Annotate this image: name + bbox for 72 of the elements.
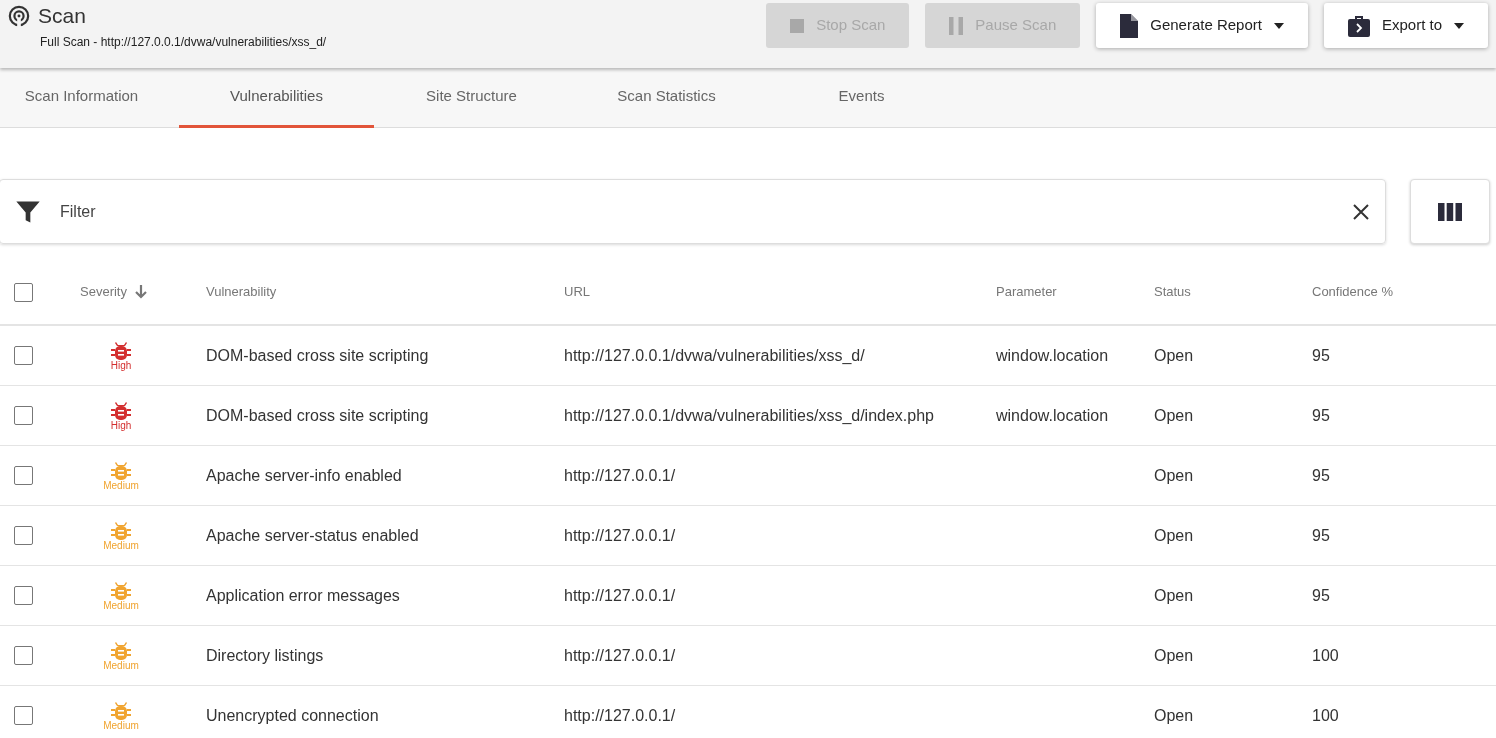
document-icon [1120, 13, 1139, 38]
caret-icon [1454, 22, 1464, 29]
url-cell: http://127.0.0.1/ [564, 466, 676, 484]
severity-label: Medium [103, 600, 139, 611]
column-header[interactable]: Severity [80, 282, 127, 302]
column-header[interactable]: Confidence % [1312, 284, 1393, 300]
status-cell: Open [1154, 646, 1194, 664]
status-cell: Open [1154, 706, 1194, 724]
checkbox[interactable] [14, 466, 33, 485]
tab[interactable]: Scan Statistics [569, 68, 764, 128]
filter-bar[interactable]: Filter [0, 179, 1386, 244]
tab[interactable]: Vulnerabilities [179, 68, 374, 128]
vulnerability-name: Application error messages [206, 586, 400, 604]
square-icon [790, 18, 805, 33]
severity-label: Medium [103, 660, 139, 671]
url-cell: http://127.0.0.1/ [564, 646, 676, 664]
scan-subtitle: Full Scan - http://127.0.0.1/dvwa/vulnerabilities/xss_d/ [40, 34, 327, 52]
status-cell: Open [1154, 586, 1194, 604]
severity-label: High [110, 420, 132, 431]
tab[interactable]: Site Structure [374, 68, 569, 128]
column-header[interactable]: Vulnerability [206, 284, 277, 300]
checkbox[interactable] [14, 526, 33, 545]
page-title: Scan [38, 4, 86, 28]
close-icon[interactable] [1351, 201, 1371, 222]
action-button[interactable]: Generate Report [1096, 3, 1308, 48]
confidence-cell: 95 [1312, 586, 1330, 604]
checkbox[interactable] [14, 282, 33, 302]
confidence-cell: 95 [1312, 406, 1330, 424]
vulnerability-name: Directory listings [206, 646, 324, 664]
column-header[interactable]: URL [564, 284, 590, 300]
confidence-cell: 95 [1312, 526, 1330, 544]
url-cell: http://127.0.0.1/dvwa/vulnerabilities/xss_d/ [564, 346, 865, 364]
pause-icon [949, 16, 964, 35]
url-cell: http://127.0.0.1/dvwa/vulnerabilities/xss_d/index.php [564, 406, 934, 424]
parameter-cell: window.location [996, 406, 1109, 424]
vulnerability-name: DOM-based cross site scripting [206, 406, 429, 424]
checkbox[interactable] [14, 346, 33, 365]
radar-icon [8, 4, 30, 27]
parameter-cell: window.location [996, 346, 1109, 364]
vulnerability-name: Apache server-status enabled [206, 526, 419, 544]
caret-icon [1273, 22, 1284, 29]
confidence-cell: 95 [1312, 346, 1330, 364]
status-cell: Open [1154, 406, 1194, 424]
vulnerability-name: Apache server-info enabled [206, 466, 402, 484]
checkbox[interactable] [14, 706, 33, 725]
severity-label: Medium [103, 720, 139, 731]
severity-label: High [110, 360, 132, 371]
vulnerability-name: DOM-based cross site scripting [206, 346, 429, 364]
confidence-cell: 100 [1312, 706, 1339, 724]
checkbox[interactable] [14, 646, 33, 665]
action-button[interactable]: Export to [1323, 3, 1488, 48]
tab[interactable]: Events [764, 68, 959, 128]
tab[interactable]: Scan Information [0, 68, 179, 128]
severity-label: Medium [103, 480, 139, 491]
columns-button[interactable] [1410, 179, 1490, 244]
checkbox[interactable] [14, 586, 33, 605]
columns-icon [1438, 203, 1462, 222]
vulnerability-name: Unencrypted connection [206, 706, 379, 724]
status-cell: Open [1154, 466, 1194, 484]
confidence-cell: 95 [1312, 466, 1330, 484]
status-cell: Open [1154, 526, 1194, 544]
column-header[interactable]: Parameter [996, 284, 1057, 300]
column-header[interactable]: Status [1154, 284, 1191, 300]
url-cell: http://127.0.0.1/ [564, 706, 676, 724]
briefcase-icon [1347, 14, 1370, 37]
url-cell: http://127.0.0.1/ [564, 526, 676, 544]
status-cell: Open [1154, 346, 1194, 364]
severity-label: Medium [103, 540, 139, 551]
checkbox[interactable] [14, 406, 33, 425]
sort-arrow-icon[interactable] [134, 285, 147, 299]
confidence-cell: 100 [1312, 646, 1339, 664]
url-cell: http://127.0.0.1/ [564, 586, 676, 604]
